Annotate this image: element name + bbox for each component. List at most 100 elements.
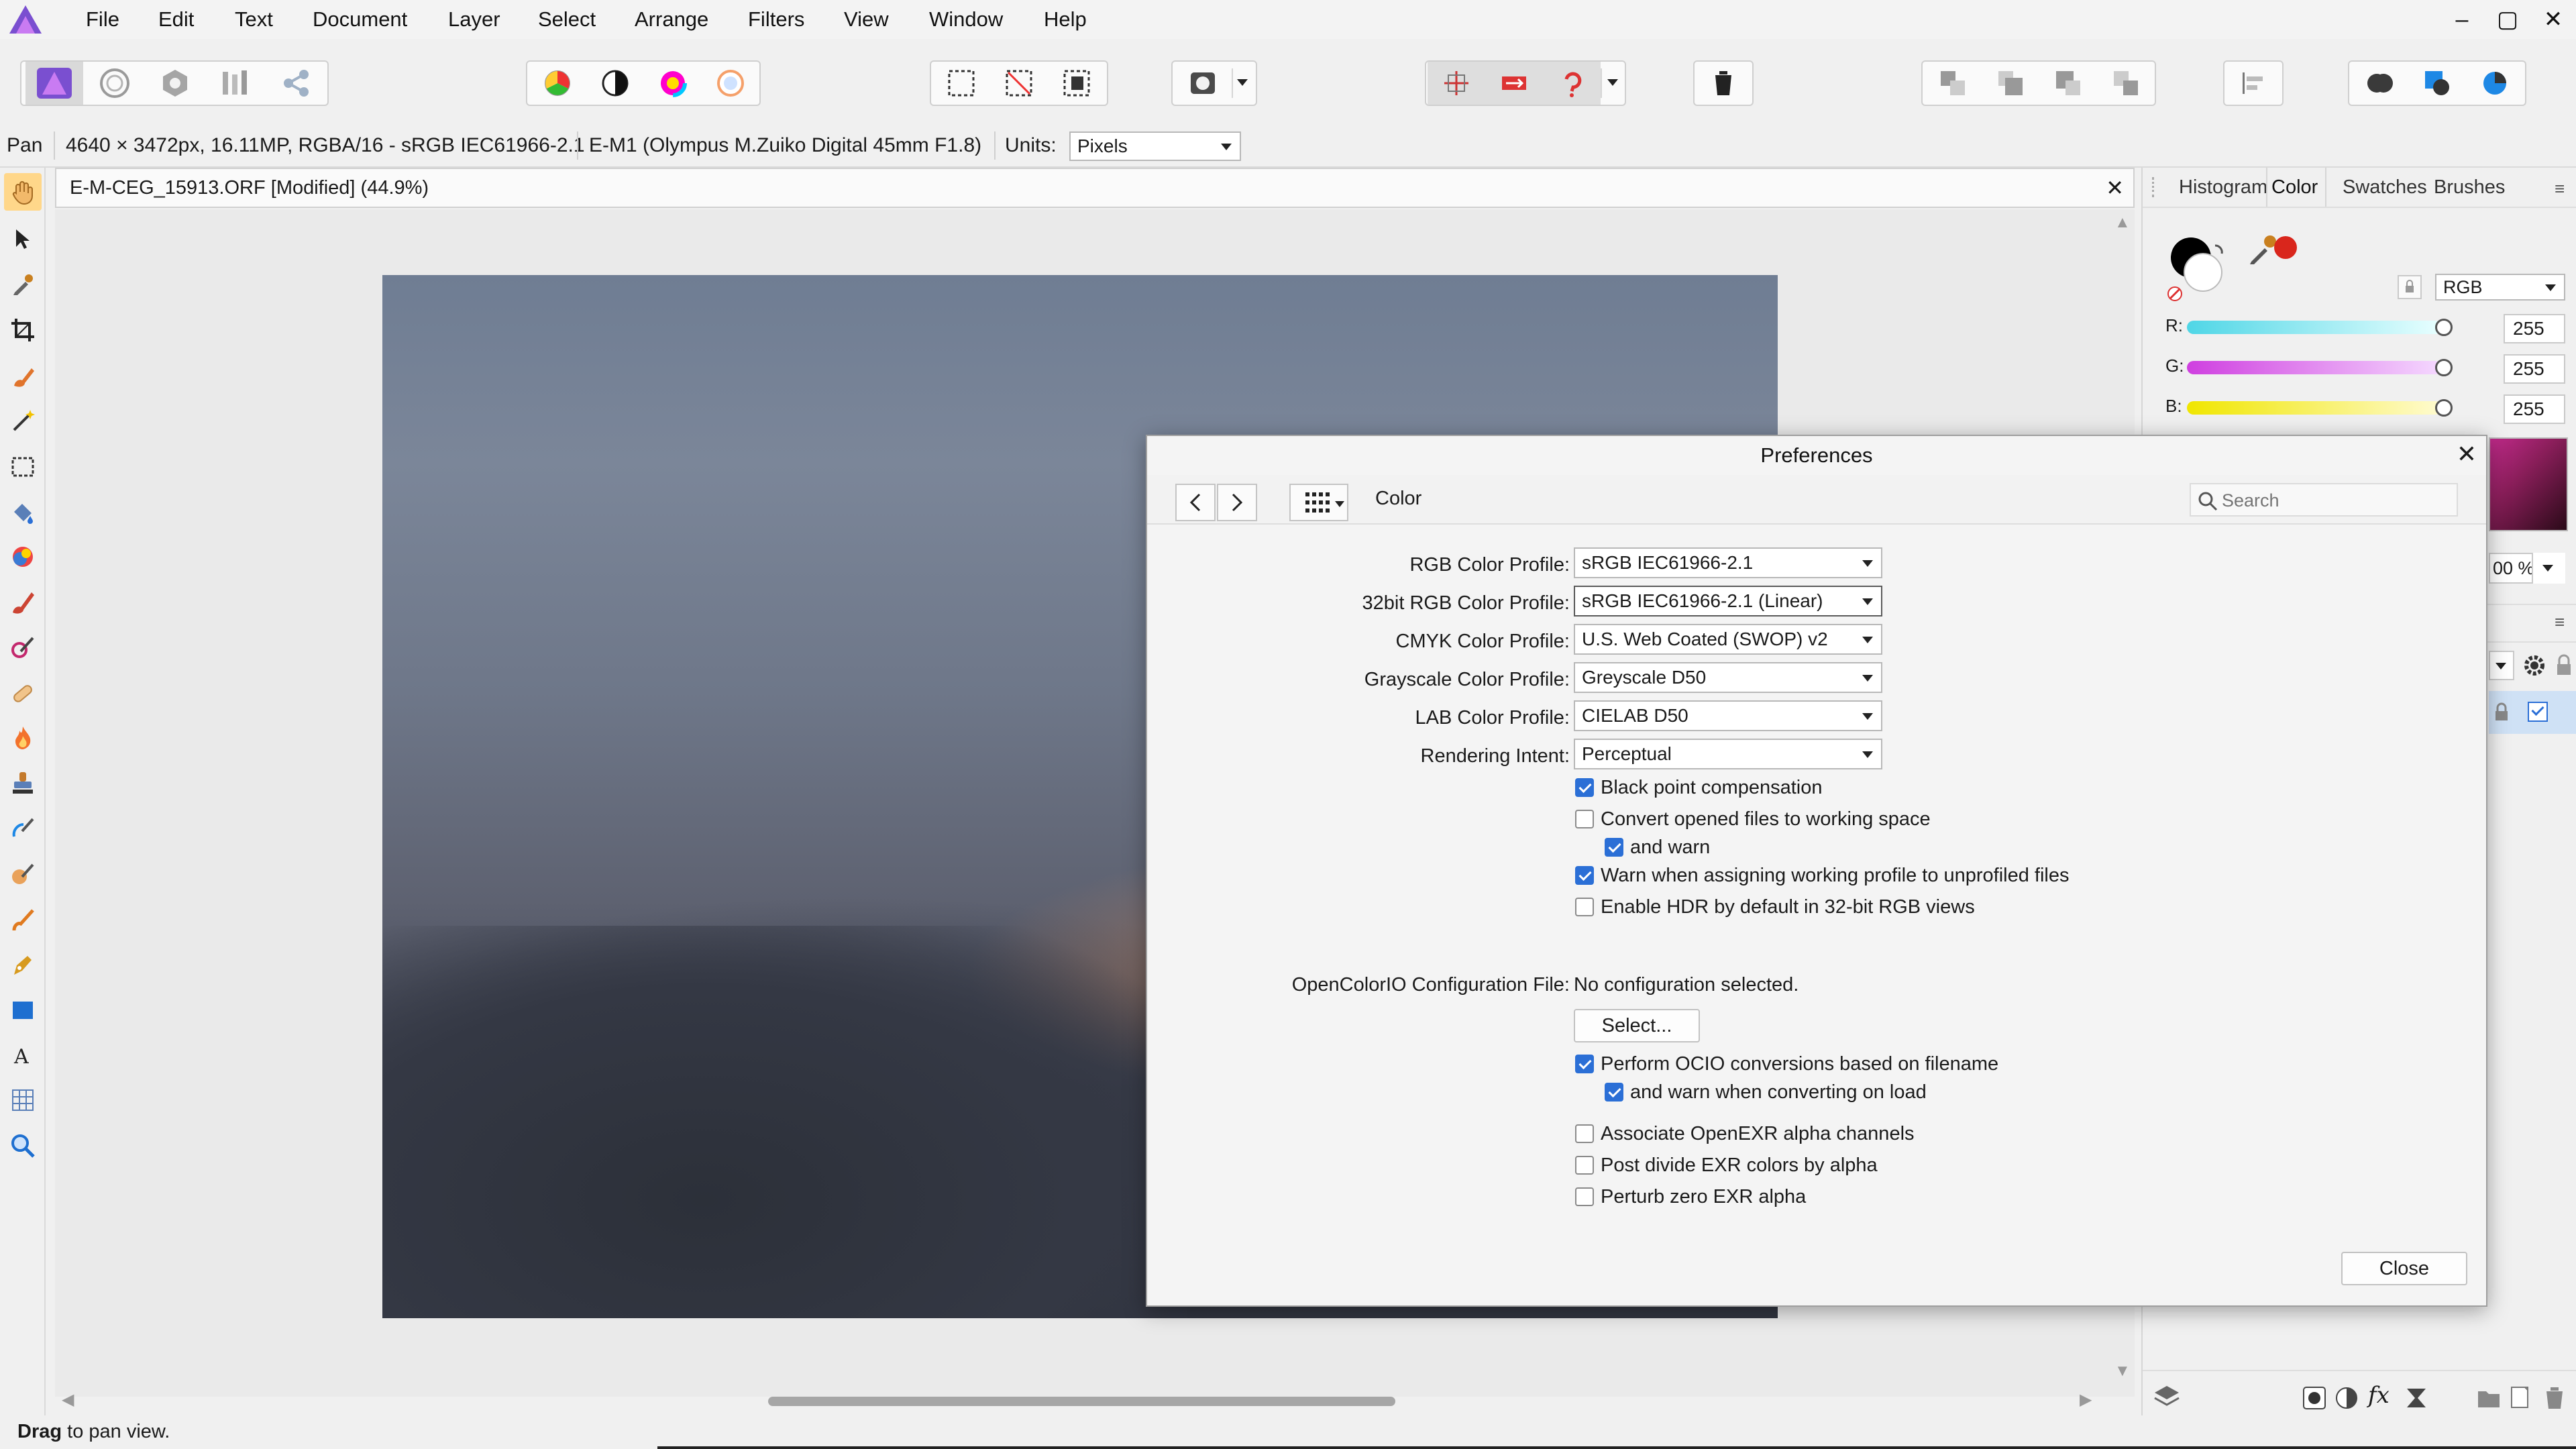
panel-menu-icon[interactable]: ≡ <box>2555 178 2565 199</box>
color-model-select[interactable]: RGB <box>2435 274 2565 301</box>
invert-selection-button[interactable] <box>1048 62 1106 105</box>
fx-icon[interactable]: fx <box>2368 1382 2390 1409</box>
menu-window[interactable]: Window <box>929 0 1003 39</box>
live-filter-icon[interactable] <box>2403 1385 2430 1411</box>
minimize-button[interactable]: – <box>2442 0 2482 39</box>
select-ocio-button[interactable]: Select... <box>1574 1009 1700 1042</box>
auto-levels-button[interactable] <box>529 62 586 105</box>
lab-profile-select[interactable]: CIELAB D50 <box>1574 700 1882 731</box>
blue-value[interactable]: 255 <box>2504 394 2565 424</box>
associate-exr-alpha-checkbox[interactable] <box>1575 1124 1594 1143</box>
develop-persona-button[interactable] <box>146 62 204 105</box>
mask-icon[interactable] <box>2301 1385 2328 1411</box>
color-field[interactable] <box>2489 437 2568 531</box>
menu-filters[interactable]: Filters <box>748 0 804 39</box>
green-value[interactable]: 255 <box>2504 354 2565 384</box>
adjustment-icon[interactable] <box>2333 1385 2360 1411</box>
artistic-text-tool[interactable]: A <box>4 1037 42 1075</box>
blue-slider[interactable] <box>2187 401 2442 415</box>
categories-grid-button[interactable] <box>1289 484 1348 521</box>
tab-histogram[interactable]: Histogram <box>2179 168 2267 207</box>
lock-icon[interactable] <box>2553 652 2575 679</box>
pan-tool[interactable] <box>4 173 42 211</box>
units-select[interactable]: Pixels <box>1069 131 1241 161</box>
subtract-boolean-button[interactable] <box>2408 62 2466 105</box>
tab-brushes[interactable]: Brushes <box>2434 168 2505 207</box>
search-field[interactable] <box>2190 483 2458 517</box>
zoom-tool[interactable] <box>4 1127 42 1165</box>
post-divide-exr-checkbox[interactable] <box>1575 1156 1594 1175</box>
blue-slider-handle[interactable] <box>2435 399 2453 417</box>
and-warn-checkbox[interactable] <box>1605 838 1623 857</box>
rgb-profile-select[interactable]: sRGB IEC61966-2.1 <box>1574 547 1882 578</box>
opacity-dropdown[interactable] <box>2532 553 2565 584</box>
color-picker-tool[interactable] <box>4 266 42 303</box>
warn-unprofiled-checkbox[interactable] <box>1575 866 1594 885</box>
maximize-button[interactable]: ▢ <box>2487 0 2528 39</box>
lock-icon[interactable] <box>2491 700 2513 724</box>
close-button[interactable]: Close <box>2341 1252 2467 1285</box>
burn-tool[interactable] <box>4 719 42 757</box>
green-slider[interactable] <box>2187 361 2442 374</box>
flood-fill-tool[interactable] <box>4 494 42 531</box>
red-eye-tool[interactable] <box>4 810 42 848</box>
cmyk-profile-select[interactable]: U.S. Web Coated (SWOP) v2 <box>1574 624 1882 655</box>
back-button[interactable] <box>1175 484 1216 521</box>
menu-help[interactable]: Help <box>1044 0 1087 39</box>
scroll-left-icon[interactable]: ◀ <box>62 1390 74 1409</box>
ocio-conversions-checkbox[interactable] <box>1575 1055 1594 1073</box>
blend-mode-dropdown[interactable] <box>2489 651 2514 680</box>
lock-button[interactable] <box>2398 275 2422 299</box>
paint-brush-tool[interactable] <box>4 584 42 621</box>
pen-tool[interactable] <box>4 946 42 983</box>
tone-mapping-persona-button[interactable] <box>207 62 264 105</box>
black-point-checkbox[interactable] <box>1575 778 1594 797</box>
smudge-tool[interactable] <box>4 856 42 894</box>
layers-icon[interactable] <box>2152 1383 2182 1410</box>
green-slider-handle[interactable] <box>2435 359 2453 376</box>
auto-white-balance-button[interactable] <box>702 62 759 105</box>
horizontal-scrollbar[interactable] <box>768 1397 1395 1406</box>
gear-icon[interactable] <box>2521 652 2548 679</box>
menu-view[interactable]: View <box>844 0 889 39</box>
dodge-tool[interactable] <box>4 902 42 939</box>
enable-hdr-checkbox[interactable] <box>1575 898 1594 916</box>
snapping-button[interactable] <box>1428 62 1485 105</box>
tab-swatches[interactable]: Swatches <box>2343 168 2427 207</box>
align-button[interactable] <box>2224 62 2282 105</box>
folder-icon[interactable] <box>2475 1385 2502 1411</box>
tab-color[interactable]: Color <box>2271 168 2318 207</box>
crop-tool[interactable] <box>4 311 42 349</box>
search-input[interactable] <box>2220 487 2451 514</box>
color-replacement-tool[interactable] <box>4 629 42 667</box>
panel-grip-icon[interactable] <box>2152 177 2158 197</box>
move-back-button[interactable] <box>1982 62 2039 105</box>
document-tab[interactable]: E-M-CEG_15913.ORF [Modified] (44.9%) ✕ <box>55 168 2135 208</box>
forward-button[interactable] <box>1217 484 1257 521</box>
convert-files-checkbox[interactable] <box>1575 810 1594 828</box>
quick-mask-button[interactable] <box>1174 62 1232 105</box>
menu-layer[interactable]: Layer <box>448 0 500 39</box>
gradient-tool[interactable] <box>4 538 42 576</box>
scroll-down-icon[interactable]: ▼ <box>2114 1362 2131 1381</box>
menu-text[interactable]: Text <box>235 0 273 39</box>
menu-select[interactable]: Select <box>538 0 596 39</box>
red-slider[interactable] <box>2187 321 2442 334</box>
menu-arrange[interactable]: Arrange <box>635 0 708 39</box>
chevron-down-icon[interactable] <box>1237 79 1248 86</box>
scroll-right-icon[interactable]: ▶ <box>2080 1390 2092 1409</box>
force-pixel-alignment-button[interactable] <box>1485 62 1543 105</box>
red-value[interactable]: 255 <box>2504 314 2565 343</box>
menu-file[interactable]: File <box>86 0 119 39</box>
move-forward-button[interactable] <box>2039 62 2097 105</box>
photo-persona-button[interactable] <box>25 62 83 105</box>
auto-contrast-button[interactable] <box>586 62 644 105</box>
grayscale-profile-select[interactable]: Greyscale D50 <box>1574 662 1882 693</box>
dialog-close-icon[interactable]: ✕ <box>2457 440 2477 468</box>
auto-colors-button[interactable] <box>644 62 702 105</box>
rendering-intent-select[interactable]: Perceptual <box>1574 739 1882 769</box>
select-all-button[interactable] <box>932 62 990 105</box>
add-boolean-button[interactable] <box>2351 62 2408 105</box>
healing-brush-tool[interactable] <box>4 675 42 712</box>
add-layer-icon[interactable] <box>2508 1385 2534 1411</box>
